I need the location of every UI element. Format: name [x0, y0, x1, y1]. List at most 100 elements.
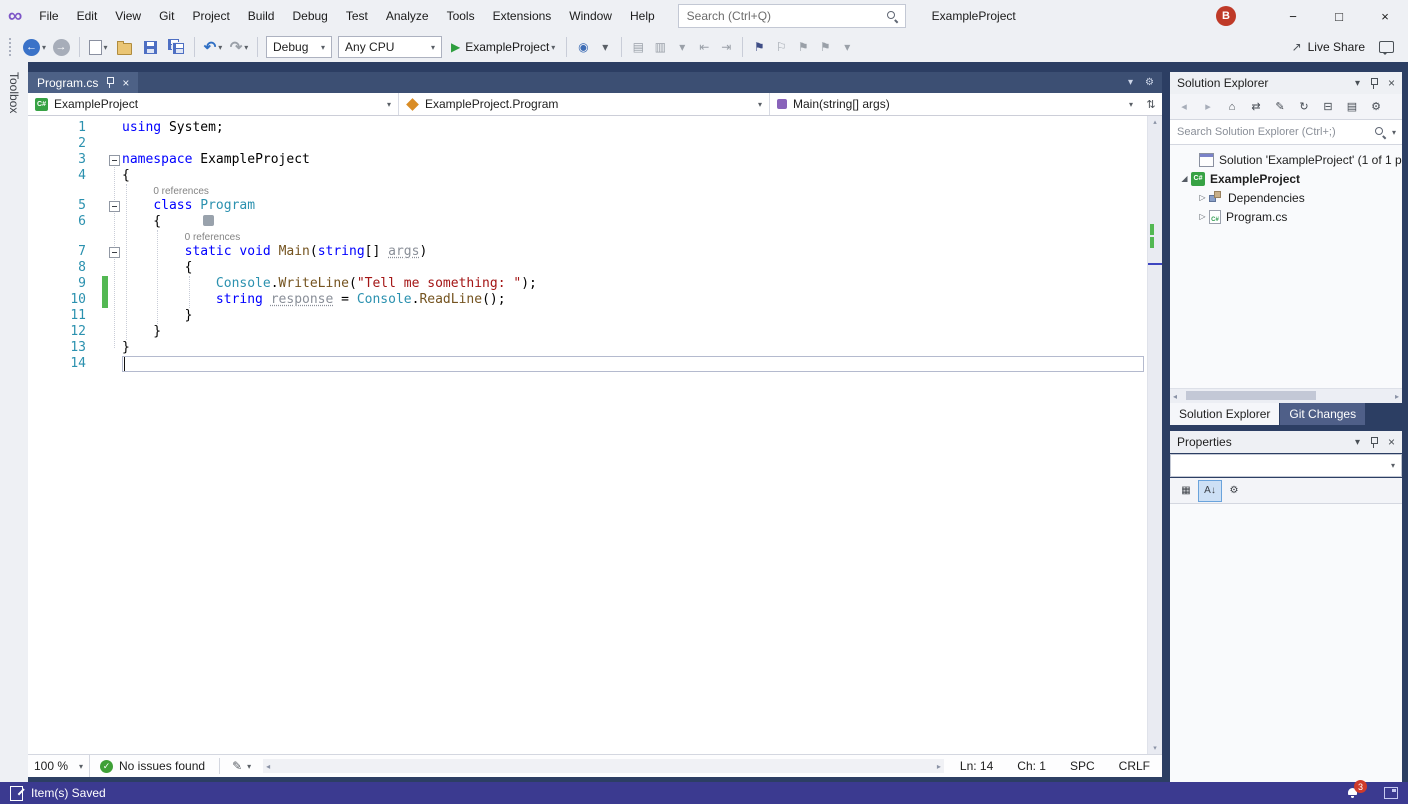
solution-search-box[interactable]: Search Solution Explorer (Ctrl+;) ▾	[1170, 120, 1402, 145]
comment-selection-icon[interactable]: ▤	[628, 37, 648, 57]
refresh-icon[interactable]: ↻	[1293, 97, 1315, 117]
close-icon[interactable]: ×	[122, 77, 129, 89]
menu-file[interactable]: File	[30, 0, 67, 32]
solution-platforms-dropdown[interactable]: Any CPU ▾	[338, 36, 442, 58]
tab-program-cs[interactable]: Program.cs ×	[28, 72, 138, 93]
menu-test[interactable]: Test	[337, 0, 377, 32]
menu-extensions[interactable]: Extensions	[484, 0, 561, 32]
comment-caret-icon[interactable]: ▾	[672, 37, 692, 57]
tree-item-program-cs[interactable]: ▷C#Program.cs	[1170, 207, 1402, 226]
code-line-14[interactable]: 14	[28, 356, 1147, 372]
expanded-expander-icon[interactable]: ◢	[1178, 174, 1191, 183]
tree-item-dependencies[interactable]: ▷Dependencies	[1170, 188, 1402, 207]
redo-button[interactable]: ↷ ▾	[226, 35, 252, 59]
spaces-indicator[interactable]: SPC	[1058, 759, 1107, 773]
menu-project[interactable]: Project	[183, 0, 238, 32]
chevron-down-icon[interactable]: ▾	[244, 43, 248, 52]
nav-back-icon[interactable]: ◂	[1173, 97, 1195, 117]
pin-icon[interactable]	[105, 77, 115, 88]
scroll-right-icon[interactable]: ▸	[1395, 389, 1399, 403]
menu-tools[interactable]: Tools	[438, 0, 484, 32]
increase-indent-icon[interactable]: ⇥	[716, 37, 736, 57]
menu-window[interactable]: Window	[560, 0, 621, 32]
window-layout-icon[interactable]	[1384, 787, 1398, 799]
member-dropdown[interactable]: Main(string[] args) ▾	[770, 93, 1140, 115]
code-line-6[interactable]: 6 {	[28, 214, 1147, 230]
menu-git[interactable]: Git	[150, 0, 183, 32]
close-button[interactable]: ×	[1362, 0, 1408, 32]
collapse-toggle-icon[interactable]	[109, 155, 120, 166]
column-indicator[interactable]: Ch: 1	[1005, 759, 1058, 773]
clear-bookmarks-icon[interactable]: ⚑	[815, 37, 835, 57]
next-bookmark-icon[interactable]: ⚑	[793, 37, 813, 57]
window-menu-icon[interactable]: ▾	[1355, 437, 1360, 448]
categorized-icon[interactable]: ▦	[1175, 481, 1197, 501]
bookmark-caret-icon[interactable]: ▾	[837, 37, 857, 57]
toolbox-label[interactable]: Toolbox	[0, 62, 21, 113]
pin-icon[interactable]	[1369, 437, 1379, 448]
properties-object-dropdown[interactable]: ▾	[1170, 454, 1402, 477]
alphabetical-icon[interactable]: A↓	[1199, 481, 1221, 501]
scrollbar-thumb[interactable]	[1186, 391, 1316, 400]
menu-edit[interactable]: Edit	[68, 0, 107, 32]
sync-with-active-document-icon[interactable]: ⇄	[1245, 97, 1267, 117]
split-window-button[interactable]: ⇅	[1140, 93, 1162, 115]
vertical-scrollbar[interactable]: ▴ ▾	[1147, 116, 1162, 754]
properties-icon[interactable]: ⚙	[1365, 97, 1387, 117]
code-editor[interactable]: 1using System;23namespace ExampleProject…	[28, 116, 1147, 754]
tree-item-solution-exampleproject-1-of-1-project[interactable]: Solution 'ExampleProject' (1 of 1 projec…	[1170, 150, 1402, 169]
maximize-button[interactable]: □	[1316, 0, 1362, 32]
save-all-button[interactable]	[163, 35, 189, 59]
find-in-files-icon[interactable]: ◉	[573, 37, 593, 57]
chevron-down-icon[interactable]: ▾	[104, 43, 108, 52]
scroll-down-icon[interactable]: ▾	[1148, 744, 1162, 752]
active-files-dropdown-icon[interactable]: ▾	[1128, 77, 1133, 88]
code-line-3[interactable]: 3namespace ExampleProject	[28, 152, 1147, 168]
code-line-8[interactable]: 8 {	[28, 260, 1147, 276]
previous-bookmark-icon[interactable]: ⚐	[771, 37, 791, 57]
account-avatar[interactable]: B	[1216, 6, 1236, 26]
search-icon[interactable]	[887, 11, 898, 22]
code-line-2[interactable]: 2	[28, 136, 1147, 152]
chevron-down-icon[interactable]: ▾	[1392, 128, 1396, 137]
code-line-4[interactable]: 4{	[28, 168, 1147, 184]
zoom-dropdown[interactable]: 100 % ▾	[28, 755, 90, 777]
pin-icon[interactable]	[1369, 78, 1379, 89]
code-line-1[interactable]: 1using System;	[28, 120, 1147, 136]
line-ending-indicator[interactable]: CRLF	[1107, 759, 1162, 773]
codelens-references[interactable]: 0 references	[28, 231, 240, 245]
collapsed-expander-icon[interactable]: ▷	[1196, 212, 1209, 221]
undo-button[interactable]: ↶ ▾	[200, 35, 226, 59]
close-icon[interactable]: ×	[1388, 76, 1395, 90]
type-dropdown[interactable]: ExampleProject.Program ▾	[399, 93, 770, 115]
chevron-down-icon[interactable]: ▾	[551, 43, 555, 52]
show-all-files-icon[interactable]: ▤	[1341, 97, 1363, 117]
codelens-references[interactable]: 0 references	[28, 185, 209, 199]
menu-help[interactable]: Help	[621, 0, 664, 32]
scroll-left-icon[interactable]: ◂	[266, 759, 270, 773]
tree-item-exampleproject[interactable]: ◢C#ExampleProject	[1170, 169, 1402, 188]
decrease-indent-icon[interactable]: ⇤	[694, 37, 714, 57]
se-horizontal-scrollbar[interactable]: ◂ ▸	[1170, 388, 1402, 403]
code-line-13[interactable]: 13}	[28, 340, 1147, 356]
notifications-button[interactable]: 3	[1347, 787, 1358, 799]
collapse-toggle-icon[interactable]	[109, 201, 120, 212]
save-button[interactable]	[137, 35, 163, 59]
code-line-10[interactable]: 10 string response = Console.ReadLine();	[28, 292, 1147, 308]
menu-view[interactable]: View	[106, 0, 150, 32]
collapse-all-icon[interactable]: ⊟	[1317, 97, 1339, 117]
find-caret-icon[interactable]: ▾	[595, 37, 615, 57]
menu-debug[interactable]: Debug	[283, 0, 336, 32]
close-icon[interactable]: ×	[1388, 435, 1395, 449]
minimize-button[interactable]: −	[1270, 0, 1316, 32]
scroll-up-icon[interactable]: ▴	[1148, 118, 1162, 126]
window-menu-icon[interactable]: ▾	[1355, 78, 1360, 89]
collapsed-expander-icon[interactable]: ▷	[1196, 193, 1209, 202]
code-line-12[interactable]: 12 }	[28, 324, 1147, 340]
tool-tab-git-changes[interactable]: Git Changes	[1280, 403, 1365, 425]
uncomment-selection-icon[interactable]: ▥	[650, 37, 670, 57]
chevron-down-icon[interactable]: ▾	[218, 43, 222, 52]
live-share-button[interactable]: ↗ Live Share	[1292, 40, 1365, 54]
collapse-toggle-icon[interactable]	[109, 247, 120, 258]
property-pages-icon[interactable]: ⚙	[1223, 481, 1245, 501]
